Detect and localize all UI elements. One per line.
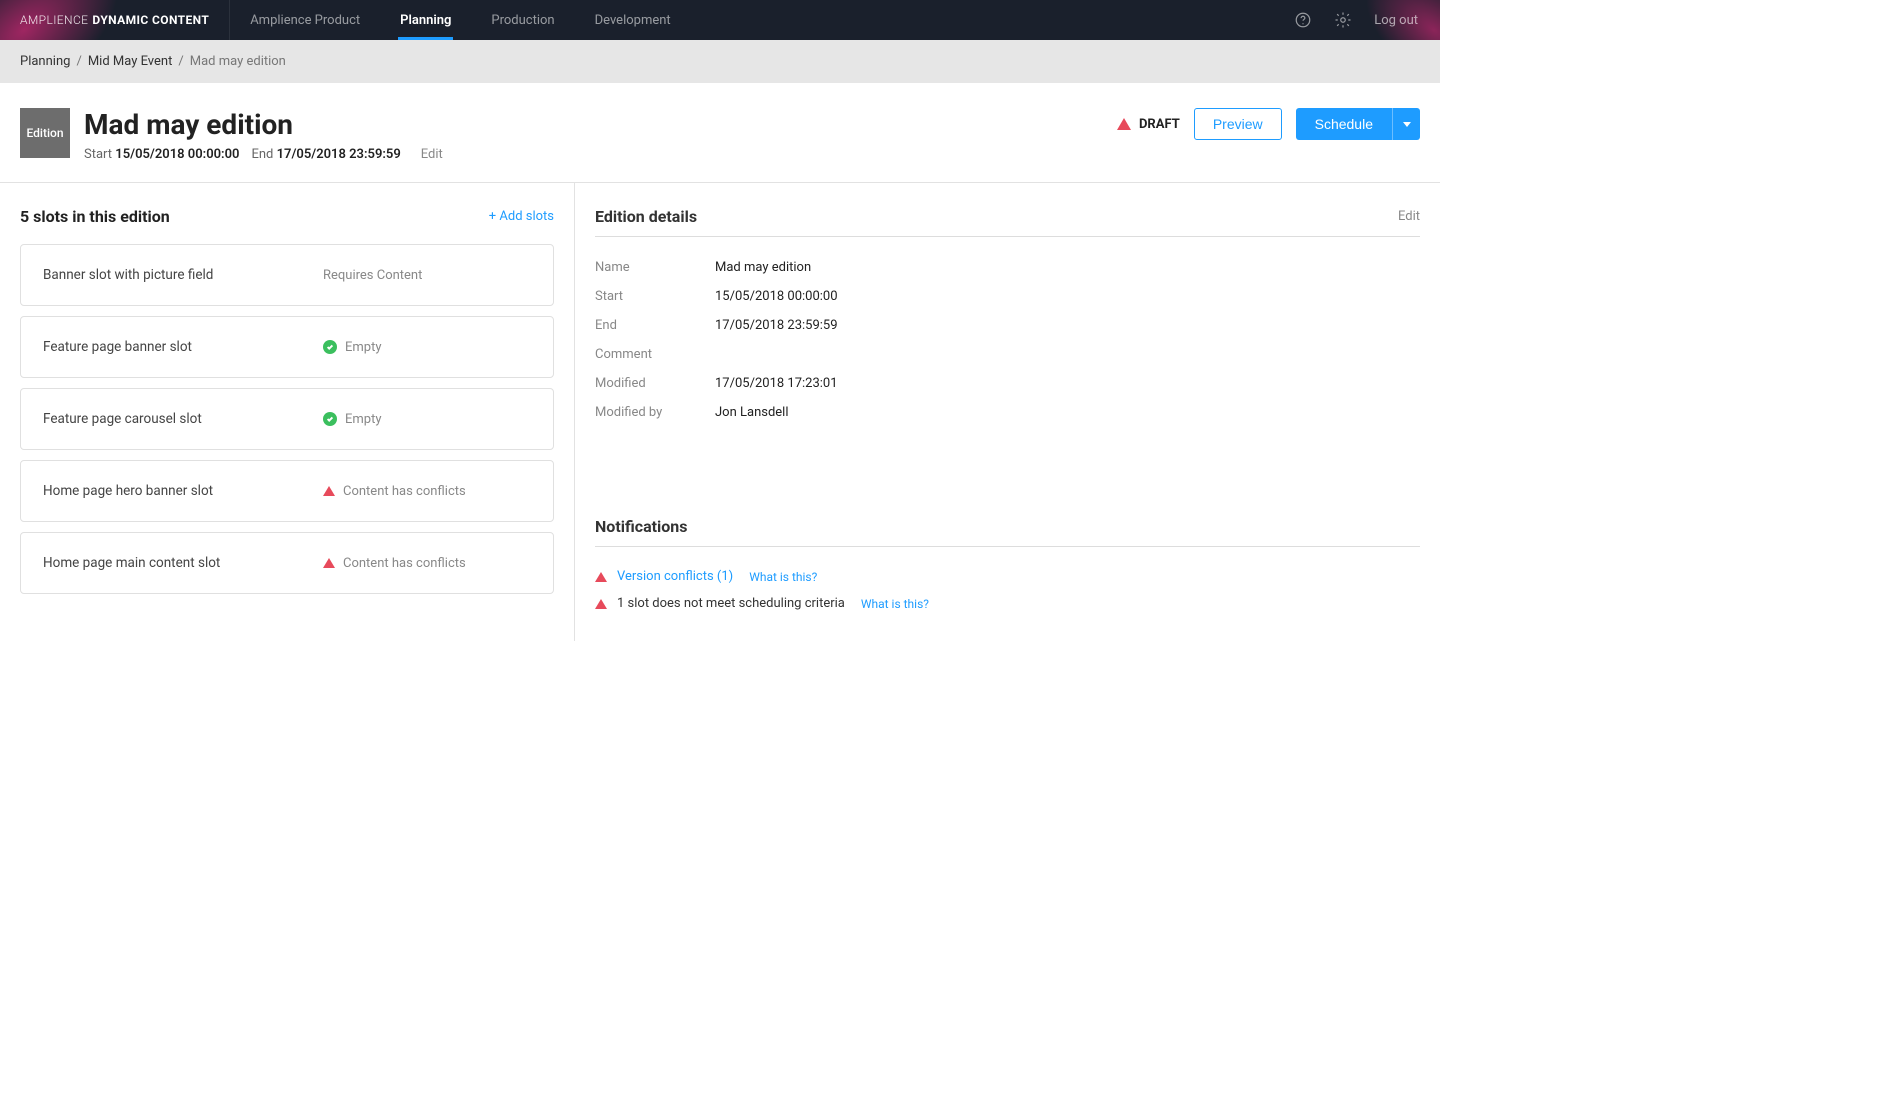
- notification-text: 1 slot does not meet scheduling criteria: [617, 596, 845, 611]
- top-nav: Amplience Product PlanningProductionDeve…: [230, 0, 691, 40]
- detail-row: Start15/05/2018 00:00:00: [595, 282, 1420, 311]
- warning-triangle-icon: [323, 558, 335, 568]
- warning-triangle-icon: [1117, 118, 1131, 130]
- warning-triangle-icon: [323, 486, 335, 496]
- what-is-this-link[interactable]: What is this?: [861, 597, 929, 611]
- gear-icon[interactable]: [1334, 11, 1352, 29]
- detail-value: Mad may edition: [715, 260, 811, 275]
- brand-text-bold: DYNAMIC CONTENT: [92, 13, 209, 27]
- detail-label: Modified: [595, 376, 715, 391]
- preview-button[interactable]: Preview: [1194, 108, 1282, 140]
- topbar-right: Log out: [1294, 11, 1440, 29]
- warning-triangle-icon: [595, 599, 607, 609]
- details-heading: Edition details: [595, 207, 697, 226]
- nav-product[interactable]: Amplience Product: [230, 0, 380, 40]
- brand-text-light: AMPLIENCE: [20, 13, 88, 27]
- edition-header-right: DRAFT Preview Schedule: [1117, 108, 1420, 140]
- nav-tab-production[interactable]: Production: [471, 0, 574, 40]
- breadcrumb: Planning/Mid May Event/Mad may edition: [0, 40, 1440, 83]
- page-title: Mad may edition: [84, 108, 443, 141]
- notification-text[interactable]: Version conflicts (1): [617, 569, 733, 584]
- breadcrumb-item: Mad may edition: [190, 54, 286, 69]
- detail-label: Modified by: [595, 405, 715, 420]
- warning-triangle-icon: [595, 572, 607, 582]
- slots-panel: 5 slots in this edition + Add slots Bann…: [0, 183, 575, 641]
- slot-card[interactable]: Feature page carousel slot Empty: [20, 388, 554, 450]
- detail-row: NameMad may edition: [595, 253, 1420, 282]
- slot-card[interactable]: Banner slot with picture fieldRequires C…: [20, 244, 554, 306]
- detail-value: 17/05/2018 23:59:59: [715, 318, 838, 333]
- brand-logo[interactable]: AMPLIENCE DYNAMIC CONTENT: [0, 0, 230, 40]
- nav-tab-planning[interactable]: Planning: [380, 0, 471, 40]
- slot-status: Empty: [345, 412, 382, 427]
- what-is-this-link[interactable]: What is this?: [749, 570, 817, 584]
- slot-name: Feature page carousel slot: [43, 411, 323, 427]
- slot-status: Content has conflicts: [343, 556, 466, 571]
- detail-row: End17/05/2018 23:59:59: [595, 311, 1420, 340]
- topbar: AMPLIENCE DYNAMIC CONTENT Amplience Prod…: [0, 0, 1440, 40]
- edition-header: Edition Mad may edition Start 15/05/2018…: [0, 83, 1440, 183]
- check-circle-icon: [323, 340, 337, 354]
- edition-header-left: Edition Mad may edition Start 15/05/2018…: [20, 108, 443, 162]
- help-icon[interactable]: [1294, 11, 1312, 29]
- schedule-split-button: Schedule: [1296, 108, 1420, 140]
- detail-label: End: [595, 318, 715, 333]
- slot-name: Feature page banner slot: [43, 339, 323, 355]
- breadcrumb-item[interactable]: Mid May Event: [88, 54, 173, 69]
- edit-dates-link[interactable]: Edit: [421, 147, 443, 162]
- nav-tab-development[interactable]: Development: [575, 0, 691, 40]
- slot-card[interactable]: Home page main content slot Content has c…: [20, 532, 554, 594]
- detail-value: Jon Lansdell: [715, 405, 789, 420]
- schedule-button[interactable]: Schedule: [1296, 108, 1392, 140]
- check-circle-icon: [323, 412, 337, 426]
- detail-value: 15/05/2018 00:00:00: [715, 289, 838, 304]
- detail-row: Modified byJon Lansdell: [595, 398, 1420, 427]
- schedule-dropdown-toggle[interactable]: [1392, 108, 1420, 140]
- slot-name: Home page main content slot: [43, 555, 323, 571]
- notification-row: 1 slot does not meet scheduling criteria…: [595, 590, 1420, 617]
- notifications-header: Notifications: [595, 517, 1420, 547]
- notification-row: Version conflicts (1) What is this?: [595, 563, 1420, 590]
- edit-details-link[interactable]: Edit: [1398, 209, 1420, 224]
- detail-label: Name: [595, 260, 715, 275]
- slot-name: Banner slot with picture field: [43, 267, 323, 283]
- slots-panel-header: 5 slots in this edition + Add slots: [20, 207, 554, 226]
- slot-name: Home page hero banner slot: [43, 483, 323, 499]
- slot-card[interactable]: Feature page banner slot Empty: [20, 316, 554, 378]
- details-panel: Edition details Edit NameMad may edition…: [575, 183, 1440, 641]
- logout-link[interactable]: Log out: [1374, 13, 1418, 28]
- edition-type-badge: Edition: [20, 108, 70, 158]
- notifications-heading: Notifications: [595, 517, 688, 536]
- slot-status: Requires Content: [323, 268, 422, 283]
- detail-label: Comment: [595, 347, 715, 362]
- slot-card[interactable]: Home page hero banner slot Content has co…: [20, 460, 554, 522]
- slot-status: Content has conflicts: [343, 484, 466, 499]
- detail-row: Modified17/05/2018 17:23:01: [595, 369, 1420, 398]
- detail-value: 17/05/2018 17:23:01: [715, 376, 838, 391]
- slots-heading: 5 slots in this edition: [20, 207, 170, 226]
- edition-dates: Start 15/05/2018 00:00:00 End 17/05/2018…: [84, 147, 443, 162]
- detail-row: Comment: [595, 340, 1420, 369]
- main-content: 5 slots in this edition + Add slots Bann…: [0, 183, 1440, 641]
- chevron-down-icon: [1403, 122, 1411, 127]
- notifications-section: Notifications Version conflicts (1) What …: [595, 517, 1420, 617]
- slot-status: Empty: [345, 340, 382, 355]
- breadcrumb-item[interactable]: Planning: [20, 54, 70, 69]
- details-header: Edition details Edit: [595, 207, 1420, 237]
- status-badge: DRAFT: [1117, 117, 1180, 132]
- add-slots-link[interactable]: + Add slots: [489, 209, 554, 224]
- detail-label: Start: [595, 289, 715, 304]
